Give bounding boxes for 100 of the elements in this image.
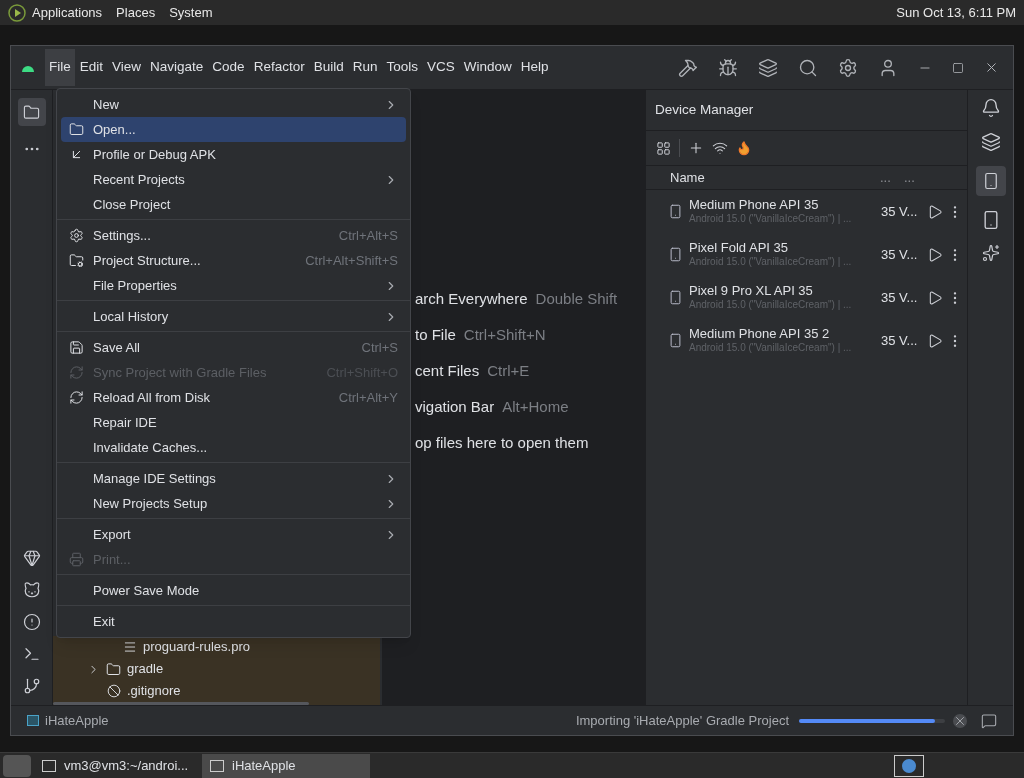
lines-icon [123, 640, 137, 654]
hint-action: vigation Bar [415, 396, 495, 417]
project-tool-button[interactable] [17, 98, 46, 126]
hint-shortcut: Ctrl+E [487, 360, 530, 381]
menu-item[interactable]: Reload All from Disk Ctrl+Alt+Y [61, 385, 406, 410]
bug-icon[interactable] [718, 57, 738, 78]
horizontal-scrollbar[interactable] [53, 702, 309, 705]
hint-shortcut: Alt+Home [502, 396, 569, 417]
printer-icon [69, 552, 84, 567]
menu-item[interactable]: Repair IDE [61, 410, 406, 435]
menu-item[interactable]: Manage IDE Settings [61, 466, 406, 491]
cat-icon[interactable] [22, 581, 41, 599]
api-level: 35 V... [880, 288, 919, 307]
menu-item[interactable]: Exit [61, 609, 406, 634]
menu-item[interactable]: Settings... Ctrl+Alt+S [61, 223, 406, 248]
hint-action: cent Files [415, 360, 480, 381]
menu-item[interactable]: New Projects Setup [61, 491, 406, 516]
feedback-icon[interactable] [981, 712, 997, 729]
problems-icon[interactable] [22, 613, 41, 631]
play-icon[interactable] [927, 289, 943, 306]
device-icon [668, 290, 683, 305]
hint-shortcut: Double Shift [535, 288, 618, 309]
api-level: 35 V... [880, 245, 919, 264]
device-name[interactable]: Medium Phone API 35 [689, 197, 875, 214]
device-name[interactable]: Pixel 9 Pro XL API 35 [689, 283, 875, 300]
column-header[interactable]: ... [880, 167, 904, 188]
maximize-icon[interactable] [952, 61, 964, 74]
menu-bar-item[interactable]: File [45, 49, 75, 86]
play-icon[interactable] [927, 246, 943, 263]
device-icon [668, 204, 683, 219]
column-header[interactable]: Name [646, 167, 880, 188]
tree-item[interactable]: proguard-rules.pro [143, 637, 250, 657]
sparkle-icon[interactable] [981, 244, 1000, 262]
menu-bar-item[interactable]: Window [459, 49, 516, 86]
menu-bar-item[interactable]: Tools [382, 49, 422, 86]
menu-bar-item[interactable]: Run [348, 49, 382, 86]
menu-bar-item[interactable]: View [108, 49, 146, 86]
menu-item[interactable]: Project Structure... Ctrl+Alt+Shift+S [61, 248, 406, 273]
menu-bar-item[interactable]: Build [309, 49, 348, 86]
menu-item[interactable]: Profile or Debug APK [61, 142, 406, 167]
device-name[interactable]: Medium Phone API 35 2 [689, 326, 875, 343]
menu-item[interactable]: Recent Projects [61, 167, 406, 192]
gem-icon[interactable] [22, 549, 41, 567]
hint-action: arch Everywhere [415, 288, 528, 309]
terminal-icon[interactable] [22, 645, 41, 663]
module-icon [27, 715, 39, 726]
close-icon[interactable] [984, 60, 999, 75]
menu-bar-item[interactable]: Help [516, 49, 553, 86]
menu-bar-item[interactable]: VCS [423, 49, 459, 86]
menu-bar-item[interactable]: Refactor [249, 49, 309, 86]
cancel-icon[interactable] [953, 713, 967, 728]
menu-item[interactable]: Open... [61, 117, 406, 142]
menu-item[interactable]: New [61, 92, 406, 117]
menu-item[interactable]: Local History [61, 304, 406, 329]
panel-menu[interactable]: Places [116, 2, 156, 23]
menu-bar-item[interactable]: Code [208, 49, 249, 86]
project-name[interactable]: iHateApple [45, 710, 109, 731]
tree-item[interactable]: .gitignore [127, 681, 181, 701]
api-level: 35 V... [880, 331, 919, 350]
folder-icon [69, 122, 84, 137]
folder-icon [23, 103, 40, 121]
device-manager-tool-button[interactable] [975, 166, 1006, 196]
git-branch-icon[interactable] [22, 677, 41, 695]
panel-menu[interactable]: Applications [32, 2, 103, 23]
flame-icon[interactable] [736, 140, 752, 156]
device-icon [668, 247, 683, 262]
menu-item[interactable]: Export [61, 522, 406, 547]
taskbar-button[interactable]: iHateApple [202, 753, 370, 778]
tray-app-icon[interactable] [894, 754, 924, 777]
panel-menu[interactable]: System [169, 2, 213, 23]
play-icon[interactable] [927, 332, 943, 349]
task-status[interactable]: Importing 'iHateApple' Gradle Project [575, 710, 789, 731]
taskbar-button[interactable]: vm3@vm3:~/androi... [34, 753, 202, 778]
build-icon[interactable] [678, 57, 698, 78]
gear-icon [69, 228, 84, 243]
add-icon[interactable] [688, 140, 704, 156]
menu-item[interactable]: Save All Ctrl+S [61, 335, 406, 360]
menu-item[interactable]: Close Project [61, 192, 406, 217]
play-icon[interactable] [927, 203, 943, 220]
menu-item[interactable]: File Properties [61, 273, 406, 298]
menu-bar-item[interactable]: Edit [75, 49, 108, 86]
grid-icon[interactable] [656, 140, 671, 156]
folder-icon [106, 661, 121, 677]
tree-item[interactable]: gradle [127, 659, 164, 679]
save-icon [69, 340, 84, 355]
api-level: 35 V... [880, 202, 919, 221]
distro-logo-icon[interactable] [8, 3, 26, 22]
menu-item[interactable]: Invalidate Caches... [61, 435, 406, 460]
wifi-icon[interactable] [712, 140, 728, 156]
notifications-icon[interactable] [980, 98, 1001, 118]
search-icon[interactable] [798, 57, 818, 78]
settings-icon[interactable] [838, 57, 858, 78]
clock: Sun Oct 13, 6:11 PM [896, 3, 1016, 22]
device-name[interactable]: Pixel Fold API 35 [689, 240, 875, 257]
column-header[interactable]: ... [904, 167, 915, 188]
panel-title: Device Manager [654, 100, 755, 119]
menu-item[interactable]: Power Save Mode [61, 578, 406, 603]
menu-bar-item[interactable]: Navigate [146, 49, 208, 86]
reload-icon [69, 390, 84, 405]
folder-icon [69, 253, 84, 268]
